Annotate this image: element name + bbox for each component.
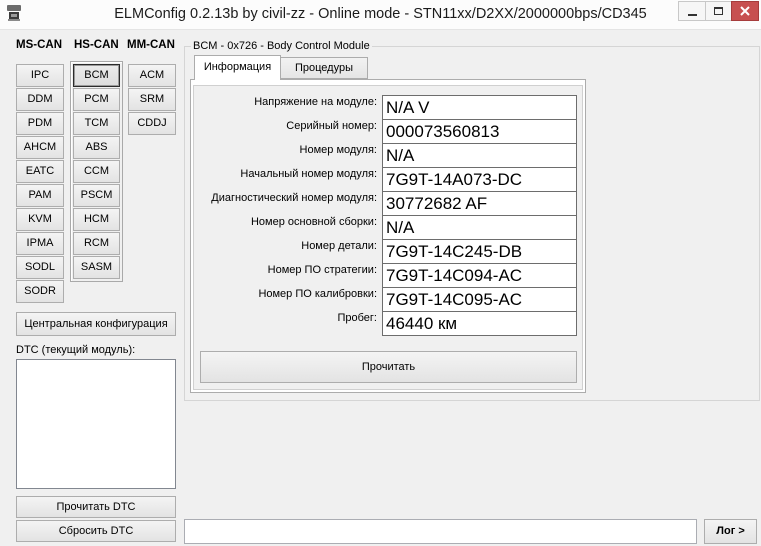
central-configuration-button[interactable]: Центральная конфигурация — [16, 312, 176, 336]
field-value-diagnostic-module-number: 30772682 AF — [382, 191, 577, 216]
module-button-tcm[interactable]: TCM — [73, 112, 120, 135]
field-value-serial-number: 000073560813 — [382, 119, 577, 144]
read-dtc-button[interactable]: Прочитать DTC — [16, 496, 176, 518]
field-value-mileage: 46440 км — [382, 311, 577, 336]
title-bar[interactable]: ELMConfig 0.2.13b by civil-zz - Online m… — [0, 0, 761, 30]
module-button-pam[interactable]: PAM — [16, 184, 64, 207]
tab-procedures[interactable]: Процедуры — [280, 57, 368, 79]
maximize-button[interactable] — [705, 1, 732, 21]
minimize-button[interactable] — [678, 1, 706, 21]
log-command-input[interactable] — [184, 519, 697, 544]
maximize-icon — [714, 7, 723, 15]
close-icon — [740, 6, 750, 16]
field-label-serial-number: Серийный номер: — [286, 120, 377, 132]
module-button-sasm[interactable]: SASM — [73, 256, 120, 279]
module-button-kvm[interactable]: KVM — [16, 208, 64, 231]
field-label-part-number: Номер детали: — [301, 240, 377, 252]
close-button[interactable] — [731, 1, 759, 21]
log-toggle-button[interactable]: Лог > — [704, 519, 757, 544]
hs-can-module-list: BCM PCM TCM ABS CCM PSCM HCM RCM SASM — [73, 64, 120, 279]
field-value-module-number: N/A — [382, 143, 577, 168]
module-button-ccm[interactable]: CCM — [73, 160, 120, 183]
ms-can-module-list: IPC DDM PDM AHCM EATC PAM KVM IPMA SODL … — [16, 64, 64, 303]
field-label-diagnostic-module-number: Диагностический номер модуля: — [211, 192, 377, 204]
field-row-initial-module-number: Начальный номер модуля: 7G9T-14A073-DC — [195, 167, 577, 192]
dtc-listbox[interactable] — [16, 359, 176, 489]
clear-dtc-button[interactable]: Сбросить DTC — [16, 520, 176, 542]
module-button-acm[interactable]: ACM — [128, 64, 176, 87]
field-row-diagnostic-module-number: Диагностический номер модуля: 30772682 A… — [195, 191, 577, 216]
tab-information[interactable]: Информация — [194, 55, 281, 80]
field-label-module-number: Номер модуля: — [299, 144, 377, 156]
field-label-strategy-software-number: Номер ПО стратегии: — [267, 264, 377, 276]
module-button-ahcm[interactable]: AHCM — [16, 136, 64, 159]
minimize-icon — [687, 13, 697, 16]
field-label-mileage: Пробег: — [337, 312, 377, 324]
module-button-bcm[interactable]: BCM — [73, 64, 120, 87]
field-row-main-assembly-number: Номер основной сборки: N/A — [195, 215, 577, 240]
module-button-srm[interactable]: SRM — [128, 88, 176, 111]
mm-can-module-list: ACM SRM CDDJ — [128, 64, 176, 135]
field-row-voltage: Напряжение на модуле: N/A V — [195, 95, 577, 120]
module-button-cddj[interactable]: CDDJ — [128, 112, 176, 135]
field-row-part-number: Номер детали: 7G9T-14C245-DB — [195, 239, 577, 264]
field-value-voltage: N/A V — [382, 95, 577, 120]
module-button-pdm[interactable]: PDM — [16, 112, 64, 135]
field-row-strategy-software-number: Номер ПО стратегии: 7G9T-14C094-AC — [195, 263, 577, 288]
bus-header-ms-can[interactable]: MS-CAN — [16, 39, 62, 52]
bus-header-mm-can[interactable]: MM-CAN — [127, 39, 175, 52]
field-label-voltage: Напряжение на модуле: — [254, 96, 377, 108]
field-label-initial-module-number: Начальный номер модуля: — [240, 168, 377, 180]
bus-header-hs-can[interactable]: HS-CAN — [74, 39, 119, 52]
module-button-eatc[interactable]: EATC — [16, 160, 64, 183]
module-button-sodr[interactable]: SODR — [16, 280, 64, 303]
field-row-calibration-software-number: Номер ПО калибровки: 7G9T-14C095-AC — [195, 287, 577, 312]
field-row-serial-number: Серийный номер: 000073560813 — [195, 119, 577, 144]
module-button-ipc[interactable]: IPC — [16, 64, 64, 87]
field-value-part-number: 7G9T-14C245-DB — [382, 239, 577, 264]
field-value-main-assembly-number: N/A — [382, 215, 577, 240]
field-row-module-number: Номер модуля: N/A — [195, 143, 577, 168]
module-button-abs[interactable]: ABS — [73, 136, 120, 159]
field-label-main-assembly-number: Номер основной сборки: — [250, 216, 377, 228]
module-button-ddm[interactable]: DDM — [16, 88, 64, 111]
module-groupbox-title: BCM - 0x726 - Body Control Module — [191, 40, 372, 53]
module-button-sodl[interactable]: SODL — [16, 256, 64, 279]
module-info-fields: Напряжение на модуле: N/A V Серийный ном… — [195, 95, 577, 336]
field-value-initial-module-number: 7G9T-14A073-DC — [382, 167, 577, 192]
module-button-pscm[interactable]: PSCM — [73, 184, 120, 207]
field-label-calibration-software-number: Номер ПО калибровки: — [258, 288, 377, 300]
window-title: ELMConfig 0.2.13b by civil-zz - Online m… — [114, 6, 647, 22]
field-row-mileage: Пробег: 46440 км — [195, 311, 577, 336]
dtc-list-label: DTC (текущий модуль): — [16, 344, 136, 356]
read-module-info-button[interactable]: Прочитать — [200, 351, 577, 383]
module-button-rcm[interactable]: RCM — [73, 232, 120, 255]
field-value-calibration-software-number: 7G9T-14C095-AC — [382, 287, 577, 312]
module-button-ipma[interactable]: IPMA — [16, 232, 64, 255]
module-button-hcm[interactable]: HCM — [73, 208, 120, 231]
module-button-pcm[interactable]: PCM — [73, 88, 120, 111]
field-value-strategy-software-number: 7G9T-14C094-AC — [382, 263, 577, 288]
